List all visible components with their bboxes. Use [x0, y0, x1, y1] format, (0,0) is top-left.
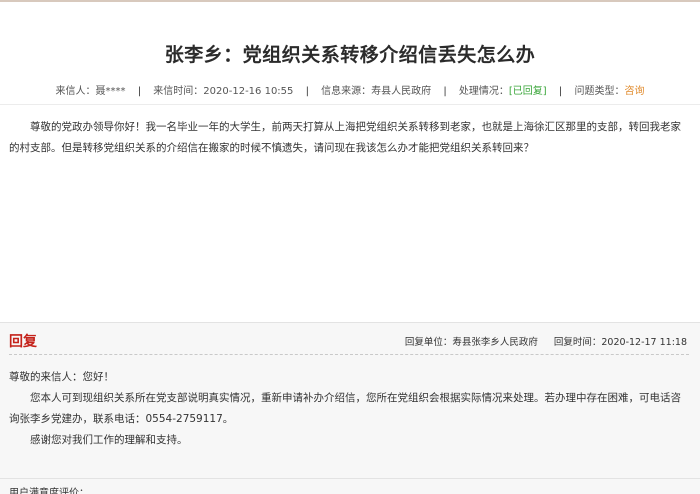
type-label: 问题类型：: [574, 86, 625, 97]
meta-divider: [0, 104, 700, 105]
sender-value: 聂****: [95, 86, 126, 97]
satisfaction-panel: 用户满意度评价：: [0, 478, 700, 494]
time-value: 2020-12-16 10:55: [203, 86, 294, 97]
letter-meta: 来信人：聂**** | 来信时间：2020-12-16 10:55 | 信息来源…: [0, 82, 700, 97]
satisfaction-label: 用户满意度评价：: [9, 488, 89, 494]
status-label: 处理情况：: [458, 86, 509, 97]
reply-time-value: 2020-12-17 11:18: [601, 337, 687, 348]
meta-separator: |: [305, 86, 309, 97]
letter-body: 尊敬的党政办领导你好！我一名毕业一年的大学生，前两天打算从上海把党组织关系转移到…: [9, 121, 681, 154]
reply-closing: 感谢您对我们工作的理解和支持。: [30, 434, 188, 446]
source-value: 寿县人民政府: [371, 86, 432, 97]
meta-separator: |: [137, 86, 142, 97]
source-label: 信息来源：: [321, 86, 372, 97]
reply-divider: [9, 354, 689, 355]
reply-unit-label: 回复单位：: [404, 337, 453, 348]
type-value: 咨询: [624, 86, 645, 97]
time-label: 来信时间：: [153, 86, 204, 97]
top-border: [0, 0, 700, 2]
reply-greeting: 尊敬的来信人：您好！: [9, 371, 114, 383]
reply-heading: 回复: [9, 334, 37, 350]
meta-separator: |: [443, 86, 447, 97]
reply-meta: 回复单位：寿县张李乡人民政府 回复时间：2020-12-17 11:18: [405, 334, 687, 348]
reply-body: 尊敬的来信人：您好！ 您本人可到现组织关系所在党支部说明真实情况，重新申请补办介…: [9, 367, 691, 451]
sender-label: 来信人：: [55, 86, 96, 97]
reply-unit-value: 寿县张李乡人民政府: [452, 337, 538, 348]
reply-paragraph: 您本人可到现组织关系所在党支部说明真实情况，重新申请补办介绍信，您所在党组织会根…: [9, 392, 681, 425]
reply-panel: 回复 回复单位：寿县张李乡人民政府 回复时间：2020-12-17 11:18 尊…: [0, 322, 700, 494]
status-badge: [已回复]: [508, 86, 547, 97]
meta-separator: |: [558, 86, 563, 97]
reply-time-label: 回复时间：: [553, 337, 602, 348]
page-title: 张李乡：党组织关系转移介绍信丢失怎么办: [164, 44, 536, 66]
